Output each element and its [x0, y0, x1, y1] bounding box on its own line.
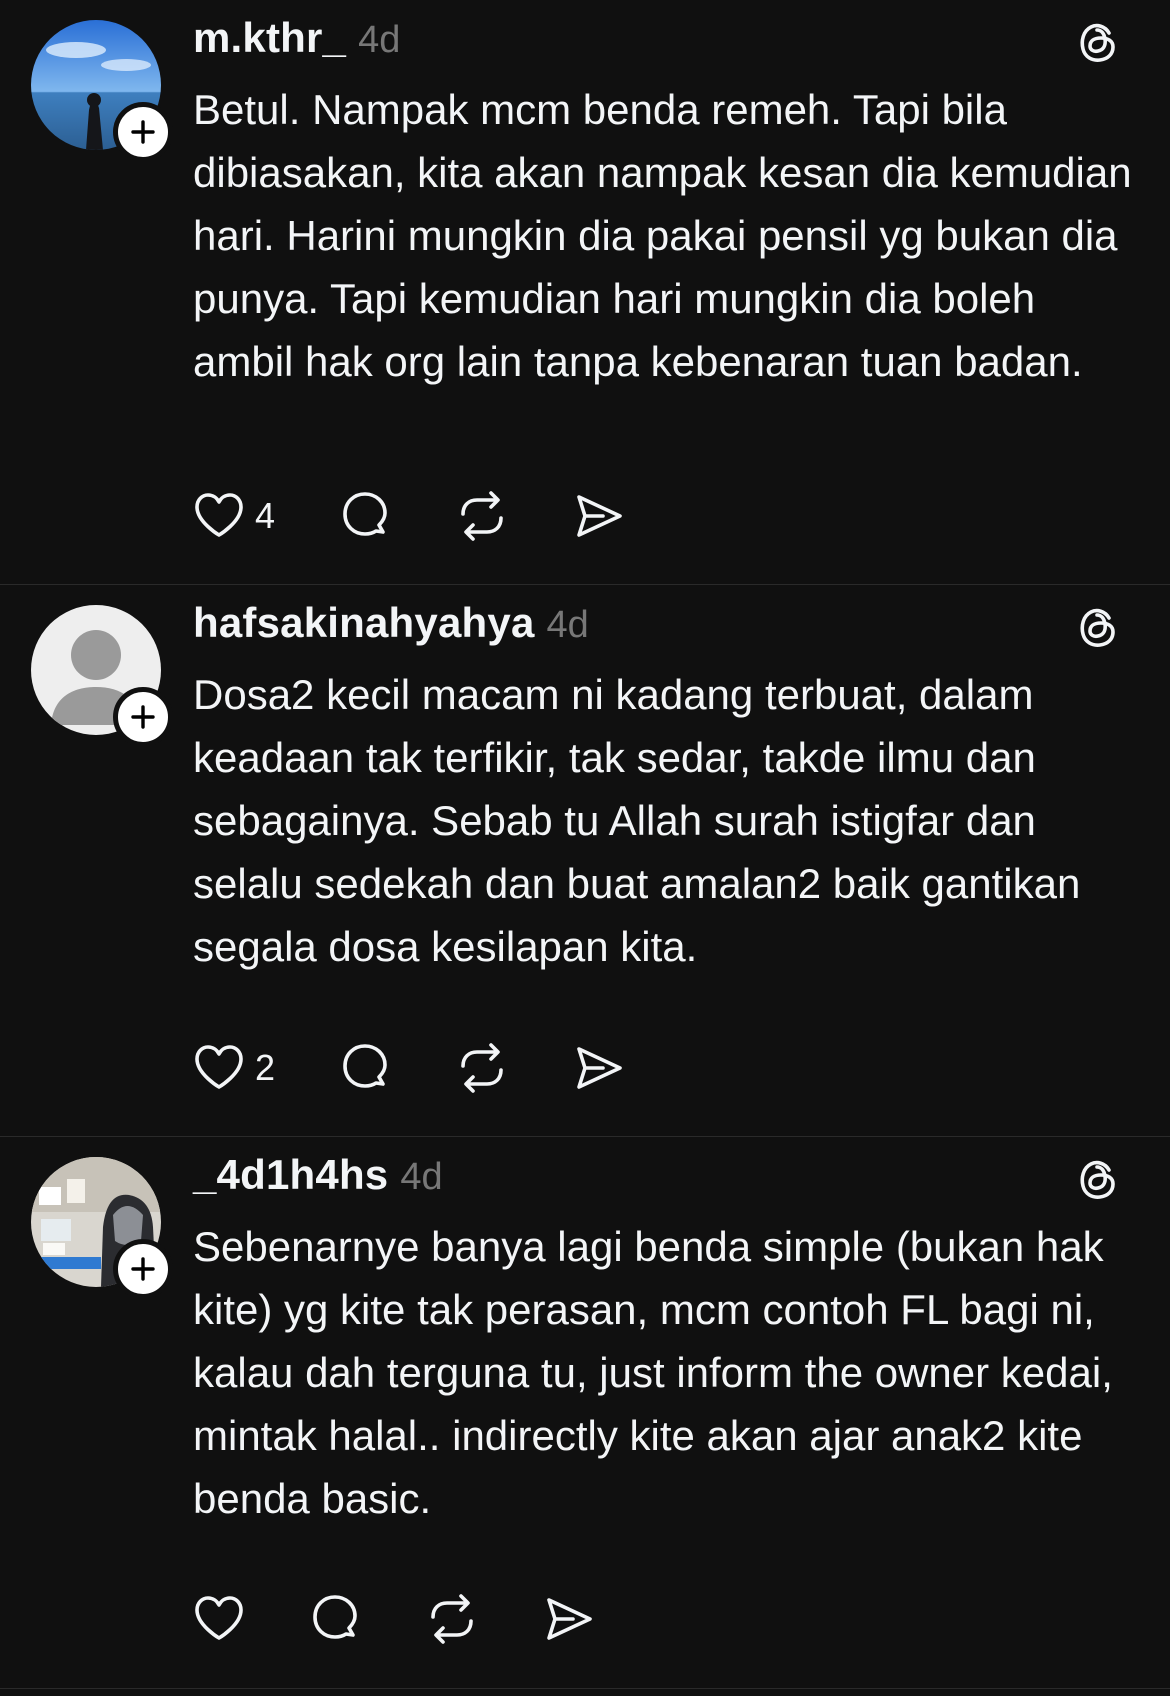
username[interactable]: hafsakinahyahya	[193, 599, 535, 647]
username[interactable]: m.kthr_	[193, 14, 346, 62]
replies-feed: m.kthr_ 4d Betul. Nampak mcm benda remeh…	[0, 0, 1170, 1696]
action-bar: 2	[193, 1041, 625, 1095]
action-bar	[193, 1592, 595, 1646]
post-text: Betul. Nampak mcm benda remeh. Tapi bila…	[193, 86, 1132, 385]
repost-icon	[461, 491, 503, 541]
heart-icon	[195, 493, 243, 537]
share-icon	[547, 1598, 592, 1640]
plus-icon	[131, 705, 155, 729]
comment-icon	[343, 1044, 387, 1088]
follow-button[interactable]	[113, 687, 173, 747]
post-header: hafsakinahyahya 4d	[193, 599, 589, 655]
like-button[interactable]	[193, 1594, 245, 1644]
comment-icon	[313, 1595, 357, 1639]
post-header: _4d1h4hs 4d	[193, 1151, 443, 1207]
reply-button[interactable]	[339, 490, 391, 542]
avatar-container	[31, 1157, 173, 1299]
timestamp: 4d	[358, 19, 401, 61]
share-icon	[577, 495, 622, 537]
share-icon	[577, 1047, 622, 1089]
repost-icon	[461, 1043, 503, 1093]
reply-button[interactable]	[309, 1593, 361, 1645]
share-button[interactable]	[573, 1043, 625, 1093]
like-count: 2	[255, 1047, 276, 1088]
plus-icon	[131, 1257, 155, 1281]
post-text: Dosa2 kecil macam ni kadang terbuat, dal…	[193, 671, 1081, 970]
avatar-container	[31, 605, 173, 747]
threads-icon[interactable]	[1075, 603, 1121, 651]
reply-post: hafsakinahyahya 4d Dosa2 kecil macam ni …	[0, 585, 1170, 1137]
like-button[interactable]: 4	[193, 491, 275, 541]
reply-post: _4d1h4hs 4d Sebenarnye banya lagi benda …	[0, 1137, 1170, 1689]
avatar-container	[31, 20, 173, 162]
like-count: 4	[255, 495, 276, 536]
post-header: m.kthr_ 4d	[193, 14, 400, 70]
heart-icon	[195, 1045, 243, 1089]
plus-icon	[131, 120, 155, 144]
repost-button[interactable]	[455, 490, 509, 542]
share-button[interactable]	[543, 1594, 595, 1644]
repost-button[interactable]	[425, 1593, 479, 1645]
username[interactable]: _4d1h4hs	[193, 1151, 388, 1199]
reply-button[interactable]	[339, 1042, 391, 1094]
threads-icon[interactable]	[1075, 1155, 1121, 1203]
like-button[interactable]: 2	[193, 1043, 275, 1093]
comment-icon	[343, 492, 387, 536]
action-bar: 4	[193, 489, 625, 543]
follow-button[interactable]	[113, 1239, 173, 1299]
timestamp: 4d	[546, 604, 589, 646]
heart-icon	[195, 1596, 243, 1640]
repost-icon	[431, 1594, 473, 1644]
post-text: Sebenarnye banya lagi benda simple (buka…	[193, 1223, 1113, 1522]
follow-button[interactable]	[113, 102, 173, 162]
repost-button[interactable]	[455, 1042, 509, 1094]
share-button[interactable]	[573, 491, 625, 541]
timestamp: 4d	[400, 1156, 443, 1198]
reply-post: m.kthr_ 4d Betul. Nampak mcm benda remeh…	[0, 0, 1170, 585]
threads-icon[interactable]	[1075, 18, 1121, 66]
